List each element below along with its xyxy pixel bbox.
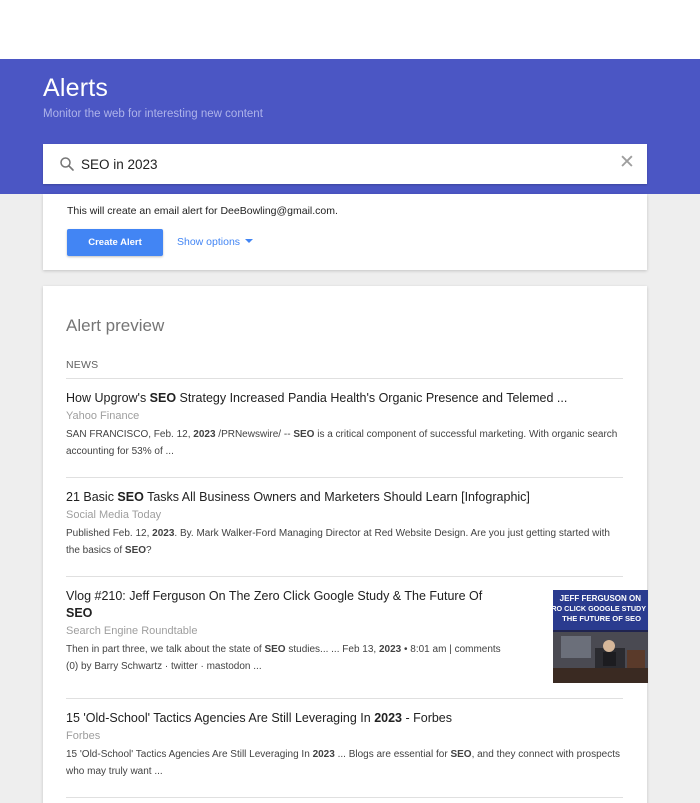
article-title[interactable]: 15 'Old-School' Tactics Agencies Are Sti…	[66, 710, 623, 727]
search-input[interactable]	[81, 152, 601, 176]
chevron-down-icon	[245, 239, 254, 243]
top-strip	[0, 0, 700, 59]
article-snippet: SAN FRANCISCO, Feb. 12, 2023 /PRNewswire…	[66, 429, 618, 457]
alert-preview-card: Alert preview NEWS How Upgrow's SEO Stra…	[43, 286, 648, 803]
divider	[66, 797, 623, 798]
create-alert-message: This will create an email alert for DeeB…	[67, 205, 338, 217]
article-snippet: Then in part three, we talk about the st…	[66, 644, 501, 672]
article-thumbnail[interactable]: JEFF FERGUSON ON ZERO CLICK GOOGLE STUDY…	[553, 590, 648, 683]
thumbnail-caption-line: JEFF FERGUSON ON	[560, 594, 642, 603]
article-source: Search Engine Roundtable	[66, 625, 198, 637]
article-source: Yahoo Finance	[66, 410, 140, 422]
article-snippet: 15 'Old-School' Tactics Agencies Are Sti…	[66, 749, 620, 777]
article-source: Social Media Today	[66, 509, 162, 521]
alert-preview-title: Alert preview	[66, 316, 165, 335]
article-title[interactable]: Vlog #210: Jeff Ferguson On The Zero Cli…	[66, 588, 511, 622]
create-alert-button[interactable]: Create Alert	[67, 229, 163, 256]
page-subtitle: Monitor the web for interesting new cont…	[43, 108, 263, 120]
article-title[interactable]: 21 Basic SEO Tasks All Business Owners a…	[66, 489, 623, 506]
divider	[66, 477, 623, 478]
news-article: How Upgrow's SEO Strategy Increased Pand…	[66, 390, 623, 460]
divider	[66, 576, 623, 577]
show-options-label: Show options	[177, 236, 241, 248]
article-title[interactable]: How Upgrow's SEO Strategy Increased Pand…	[66, 390, 623, 407]
news-article: 21 Basic SEO Tasks All Business Owners a…	[66, 489, 623, 559]
search-bar: ✕	[43, 144, 647, 184]
news-section-label: NEWS	[66, 359, 99, 371]
page-title: Alerts	[43, 74, 109, 102]
show-options-button[interactable]: Show options	[177, 236, 254, 248]
thumbnail-caption-line: ZERO CLICK GOOGLE STUDY	[553, 604, 646, 613]
divider	[66, 698, 623, 699]
close-icon[interactable]: ✕	[617, 153, 637, 173]
news-article: 15 'Old-School' Tactics Agencies Are Sti…	[66, 710, 623, 780]
divider	[66, 378, 623, 379]
search-icon	[59, 156, 75, 172]
create-alert-card: This will create an email alert for DeeB…	[43, 194, 647, 270]
article-snippet: Published Feb. 12, 2023. By. Mark Walker…	[66, 528, 610, 556]
thumbnail-caption-line: THE FUTURE OF SEO	[562, 614, 641, 623]
article-source: Forbes	[66, 730, 101, 742]
news-article: Vlog #210: Jeff Ferguson On The Zero Cli…	[66, 588, 648, 683]
